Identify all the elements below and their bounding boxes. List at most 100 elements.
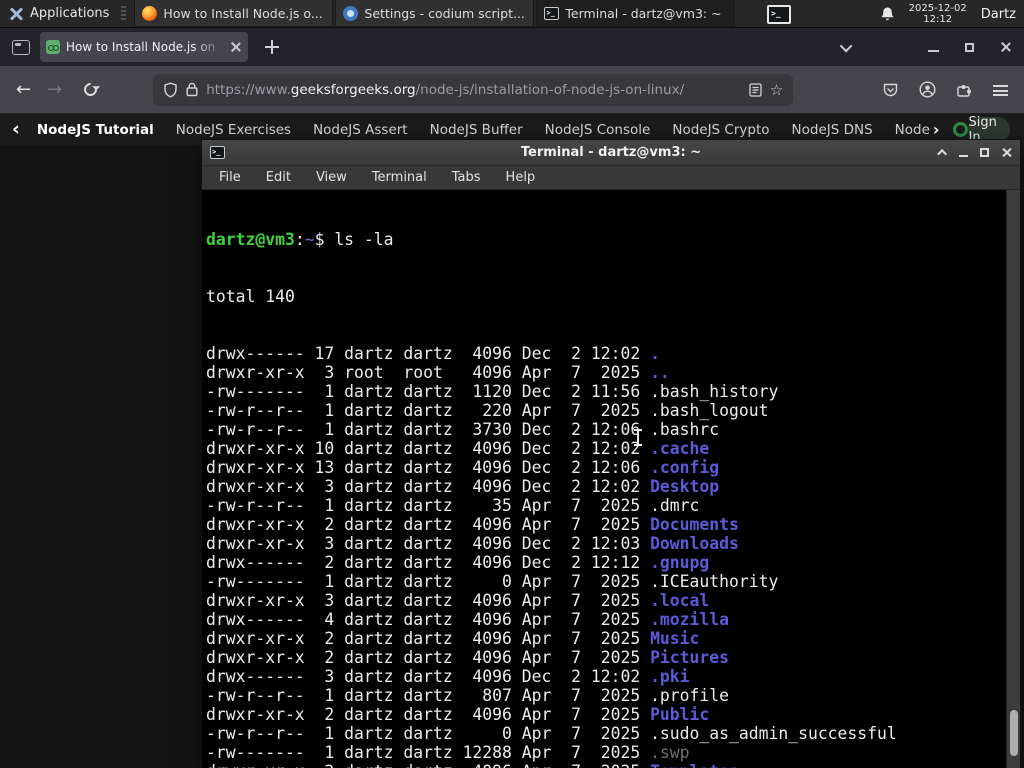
applications-menu-icon: [8, 6, 24, 22]
applications-menu-label: Applications: [30, 6, 110, 21]
nav-link[interactable]: NodeJS Console: [534, 122, 662, 138]
tracking-shield-icon[interactable]: [163, 81, 178, 98]
taskbar-window-button[interactable]: Settings - codium script...: [335, 0, 535, 27]
terminal-icon: [544, 6, 560, 20]
terminal-scrollbar-thumb[interactable]: [1009, 710, 1018, 756]
terminal-line: -rw------- 1 dartz dartz 1120 Dec 2 11:5…: [206, 382, 779, 401]
nav-link[interactable]: NodeJS Exercises: [165, 122, 302, 138]
terminal-menu-item[interactable]: Tabs: [452, 170, 481, 185]
nav-link[interactable]: NodeJS Crypto: [661, 122, 780, 138]
terminal-total-line: total 140: [206, 287, 295, 306]
terminal-line: drwxr-xr-x 2 dartz dartz 4096 Apr 7 2025…: [206, 629, 700, 648]
terminal-line: -rw------- 1 dartz dartz 12288 Apr 7 202…: [206, 743, 690, 762]
panel-tray: 2025-12-02 12:12 Dartz: [880, 0, 1024, 28]
url-text: https://www.geeksforgeeks.org/node-js/in…: [206, 82, 741, 98]
codium-icon: [343, 5, 359, 21]
terminal-menu-item[interactable]: Terminal: [372, 170, 427, 185]
panel-grip: [121, 5, 127, 22]
terminal-title: Terminal - dartz@vm3: ~: [520, 145, 702, 160]
browser-toolbar: ← → https://www.geeksforgeeks.org/node-j…: [0, 66, 1024, 114]
clock-time: 12:12: [923, 14, 953, 25]
new-tab-button[interactable]: [262, 37, 282, 57]
window-maximize-button[interactable]: [965, 42, 974, 52]
terminal-line: drwxr-xr-x 10 dartz dartz 4096 Dec 2 12:…: [206, 439, 710, 458]
terminal-line: drwxr-xr-x 3 dartz dartz 4096 Apr 7 2025…: [206, 591, 710, 610]
terminal-line: drwxr-xr-x 3 dartz dartz 4096 Dec 2 12:0…: [206, 477, 720, 496]
nav-links: NodeJS Tutorial NodeJS Exercises NodeJS As…: [26, 122, 941, 138]
terminal-close-button[interactable]: [1001, 147, 1012, 158]
terminal-listing: drwx------ 17 dartz dartz 4096 Dec 2 12:…: [206, 344, 1006, 768]
terminal-line: drwxr-xr-x 2 dartz dartz 4096 Apr 7 2025…: [206, 762, 1006, 768]
terminal-maximize-button[interactable]: [980, 148, 989, 157]
nav-link[interactable]: NodeJS Buffer: [419, 122, 534, 138]
taskbar-window-button[interactable]: Terminal - dartz@vm3: ~: [536, 0, 736, 27]
terminal-menu-bar: File Edit View Terminal Tabs Help: [202, 166, 1020, 190]
terminal-launcher-button[interactable]: [762, 3, 796, 25]
terminal-line: -rw-r--r-- 1 dartz dartz 807 Apr 7 2025 …: [206, 686, 730, 705]
firefox-view-icon[interactable]: [12, 39, 30, 55]
url-bar[interactable]: https://www.geeksforgeeks.org/node-js/in…: [153, 73, 794, 106]
window-minimize-button[interactable]: [928, 50, 939, 52]
terminal-menu-item[interactable]: Help: [506, 170, 536, 185]
mouse-cursor-ibeam: [634, 429, 642, 446]
search-icon[interactable]: [953, 122, 969, 137]
url-domain: geeksforgeeks.org: [290, 81, 416, 98]
prompt-command: ls -la: [334, 230, 394, 249]
terminal-menu-item[interactable]: View: [316, 170, 347, 185]
terminal-menu-item[interactable]: Edit: [266, 170, 291, 185]
terminal-line: drwx------ 3 dartz dartz 4096 Dec 2 12:0…: [206, 667, 690, 686]
terminal-line: drwxr-xr-x 3 root root 4096 Apr 7 2025 .…: [206, 363, 670, 382]
terminal-line: drwx------ 2 dartz dartz 4096 Dec 2 12:1…: [206, 553, 710, 572]
terminal-line: -rw-r--r-- 1 dartz dartz 35 Apr 7 2025 .…: [206, 496, 700, 515]
menu-hamburger-icon[interactable]: [993, 85, 1008, 96]
notification-bell-icon[interactable]: [880, 6, 895, 22]
tab-close-icon[interactable]: [230, 41, 242, 53]
terminal-line: drwxr-xr-x 13 dartz dartz 4096 Dec 2 12:…: [206, 458, 720, 477]
terminal-menu-item[interactable]: File: [219, 170, 241, 185]
account-icon[interactable]: [919, 81, 936, 98]
prompt-separator: :: [294, 230, 305, 249]
terminal-line: drwxr-xr-x 3 dartz dartz 4096 Dec 2 12:0…: [206, 534, 739, 553]
terminal-line: drwxr-xr-x 2 dartz dartz 4096 Apr 7 2025…: [206, 648, 730, 667]
bookmark-star-icon[interactable]: ☆: [770, 81, 783, 99]
back-button[interactable]: ←: [16, 79, 31, 100]
applications-menu-button[interactable]: Applications: [0, 0, 117, 27]
prompt-path: ~: [304, 230, 315, 249]
sign-in-button[interactable]: Sign In: [968, 115, 1010, 145]
lock-icon[interactable]: [186, 82, 198, 97]
terminal-line: drwx------ 17 dartz dartz 4096 Dec 2 12:…: [206, 344, 660, 363]
taskbar-window-button[interactable]: How to Install Node.js o...: [134, 0, 334, 27]
terminal-line: drwx------ 4 dartz dartz 4096 Apr 7 2025…: [206, 610, 730, 629]
reader-mode-icon[interactable]: [749, 82, 762, 97]
terminal-icon: [767, 4, 791, 24]
browser-tab[interactable]: How to Install Node.js on: [40, 32, 248, 62]
terminal-content[interactable]: dartz@vm3:~$ ls -la total 140 drwx------…: [202, 190, 1006, 768]
pocket-icon[interactable]: [882, 82, 899, 98]
user-menu[interactable]: Dartz: [981, 7, 1016, 22]
geeksforgeeks-favicon: [46, 40, 60, 54]
terminal-line: -rw-r--r-- 1 dartz dartz 220 Apr 7 2025 …: [206, 401, 769, 420]
forward-button[interactable]: →: [47, 79, 62, 100]
window-close-button[interactable]: [1000, 41, 1012, 53]
list-tabs-icon[interactable]: [839, 39, 853, 52]
terminal-scrollbar[interactable]: [1006, 190, 1020, 768]
terminal-minimize-button[interactable]: [959, 155, 968, 157]
terminal-prompt-line: dartz@vm3:~$ ls -la: [206, 230, 1006, 249]
terminal-title-bar[interactable]: Terminal - dartz@vm3: ~: [202, 140, 1020, 166]
nav-link[interactable]: NodeJS DNS: [781, 122, 884, 138]
nav-link[interactable]: NodeJS Assert: [302, 122, 419, 138]
reload-button[interactable]: [81, 80, 100, 99]
extensions-puzzle-icon[interactable]: [956, 82, 973, 98]
taskbar-window-label: How to Install Node.js o...: [163, 5, 323, 21]
terminal-line: drwxr-xr-x 2 dartz dartz 4096 Apr 7 2025…: [206, 705, 710, 724]
nav-link[interactable]: NodeJS Tutorial: [26, 122, 165, 138]
firefox-icon: [142, 5, 158, 21]
prompt-symbol: $: [314, 230, 335, 249]
taskbar: How to Install Node.js o... Settings - co…: [134, 0, 737, 27]
panel-clock[interactable]: 2025-12-02 12:12: [909, 3, 967, 25]
terminal-line: drwxr-xr-x 2 dartz dartz 4096 Apr 7 2025…: [206, 515, 739, 534]
nav-scroll-left-icon[interactable]: ‹: [12, 120, 20, 139]
prompt-user-host: dartz@vm3: [206, 230, 295, 249]
url-scheme: https://www.: [206, 81, 291, 98]
nav-scroll-right-icon[interactable]: ›: [933, 120, 940, 139]
